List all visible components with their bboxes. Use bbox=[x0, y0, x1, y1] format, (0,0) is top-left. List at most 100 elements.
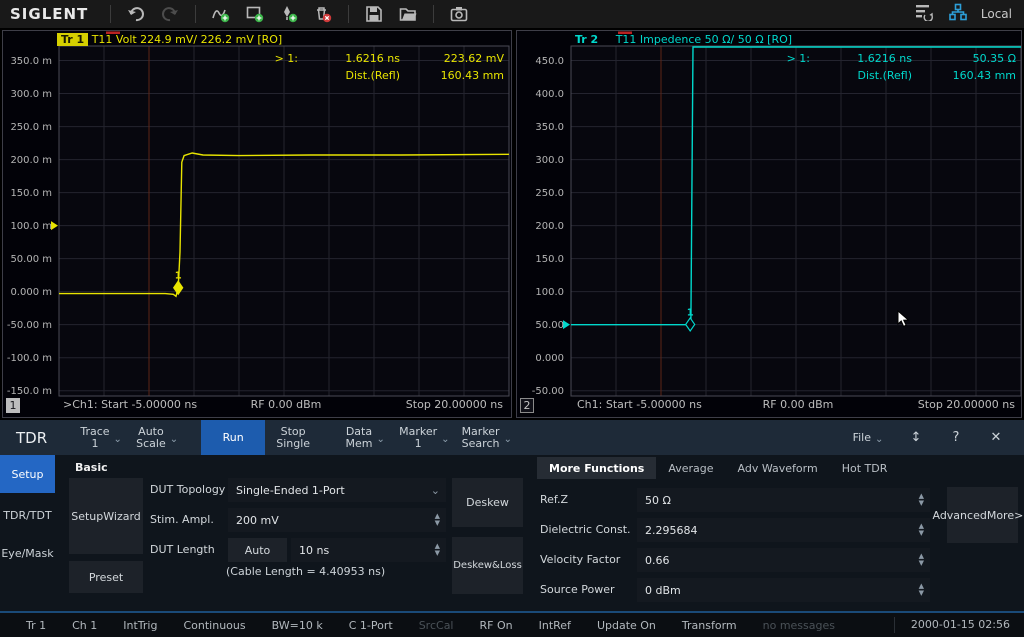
dut-length-label: DUT Length bbox=[150, 538, 215, 562]
save-icon[interactable] bbox=[357, 2, 391, 26]
svg-text:-50.00 m: -50.00 m bbox=[7, 320, 52, 331]
window-number[interactable]: 1 bbox=[6, 398, 20, 413]
svg-text:350.0: 350.0 bbox=[535, 122, 564, 133]
source-power-label: Source Power bbox=[540, 578, 615, 602]
preset-button[interactable]: Preset bbox=[69, 561, 143, 593]
redo-icon[interactable] bbox=[153, 2, 187, 26]
status-srccal: SrcCal bbox=[419, 619, 454, 632]
trace-title: T11 Volt 224.9 mV/ 226.2 mV [RO] bbox=[92, 33, 283, 46]
chevron-down-icon: ⌄ bbox=[114, 434, 122, 445]
close-icon[interactable]: ✕ bbox=[976, 420, 1016, 455]
dut-topology-label: DUT Topology bbox=[150, 478, 225, 502]
tab-tdr-tdt[interactable]: TDR/TDT bbox=[0, 501, 55, 529]
tr2-impedance-step-ref-arrow[interactable] bbox=[563, 320, 570, 329]
undo-icon[interactable] bbox=[119, 2, 153, 26]
subtab-more-functions[interactable]: More Functions bbox=[537, 457, 656, 479]
svg-text:350.0 m: 350.0 m bbox=[10, 56, 52, 67]
toolbar-divider bbox=[110, 5, 111, 23]
svg-text:250.0: 250.0 bbox=[535, 188, 564, 199]
spinner-icon[interactable]: ▲▼ bbox=[919, 583, 924, 597]
help-icon[interactable]: ? bbox=[936, 420, 976, 455]
dut-length-auto-button[interactable]: Auto bbox=[228, 538, 287, 562]
add-window-icon[interactable] bbox=[238, 2, 272, 26]
spinner-icon[interactable]: ▲▼ bbox=[435, 513, 440, 527]
status-no-messages: no messages bbox=[763, 619, 835, 632]
spinner-icon[interactable]: ▲▼ bbox=[919, 553, 924, 567]
marker-button[interactable]: Marker1⌄ bbox=[393, 420, 455, 455]
sweep-stop: Stop 20.00000 ns bbox=[406, 398, 503, 411]
svg-text:200.0 m: 200.0 m bbox=[10, 155, 52, 166]
data-mem-button[interactable]: DataMem⌄ bbox=[337, 420, 393, 455]
svg-text:0.000 m: 0.000 m bbox=[10, 287, 52, 298]
tr1-volt-step-footer: 1>Ch1: Start -5.00000 nsRF 0.00 dBmStop … bbox=[5, 398, 509, 414]
toolbar-divider bbox=[433, 5, 434, 23]
file-menu-button[interactable]: File⌄ bbox=[840, 420, 896, 455]
lan-icon[interactable] bbox=[949, 3, 967, 25]
dut-topology-select[interactable]: Single-Ended 1-Port ⌄ bbox=[228, 478, 446, 502]
plot-window-1[interactable]: 1350.0 m300.0 m250.0 m200.0 m150.0 m100.… bbox=[2, 30, 512, 418]
status-bar: Tr 1Ch 1IntTrigContinuousBW=10 kC 1-Port… bbox=[0, 611, 1024, 637]
tab-setup[interactable]: Setup bbox=[0, 455, 55, 493]
tr2-impedance-step-header[interactable]: Tr 2 T11 Impedence 50 Ω/ 50 Ω [RO] bbox=[571, 33, 792, 47]
svg-text:100.0 m: 100.0 m bbox=[10, 221, 52, 232]
tr1-volt-step-ref-arrow[interactable] bbox=[51, 221, 58, 230]
dut-length-field[interactable]: 10 ns ▲▼ bbox=[291, 538, 446, 562]
tdr-setup-panel: SetupTDR/TDTEye/Mask Basic SetupWizard P… bbox=[0, 455, 1024, 611]
ref-z-field[interactable]: 50 Ω ▲▼ bbox=[637, 488, 930, 512]
spinner-icon[interactable]: ▲▼ bbox=[919, 523, 924, 537]
add-marker-icon[interactable] bbox=[272, 2, 306, 26]
trace-button[interactable]: Trace1⌄ bbox=[73, 420, 129, 455]
svg-text:250.0 m: 250.0 m bbox=[10, 122, 52, 133]
task-config-icon[interactable] bbox=[915, 3, 933, 25]
svg-text:-150.0 m: -150.0 m bbox=[7, 386, 52, 397]
auto-scale-button[interactable]: AutoScale⌄ bbox=[129, 420, 185, 455]
ref-z-label: Ref.Z bbox=[540, 488, 568, 512]
tr1-volt-step-chart: 1350.0 m300.0 m250.0 m200.0 m150.0 m100.… bbox=[3, 31, 513, 419]
status-intref: IntRef bbox=[539, 619, 571, 632]
velocity-factor-label: Velocity Factor bbox=[540, 548, 620, 572]
advanced-more-button[interactable]: AdvancedMore>> bbox=[947, 487, 1018, 543]
stim-ampl-label: Stim. Ampl. bbox=[150, 508, 214, 532]
velocity-factor-field[interactable]: 0.66 ▲▼ bbox=[637, 548, 930, 572]
svg-text:-50.00: -50.00 bbox=[532, 386, 564, 397]
spinner-icon[interactable]: ▲▼ bbox=[435, 543, 440, 557]
tdr-menubar: TDR Trace1⌄AutoScale⌄RunStopSingleDataMe… bbox=[0, 420, 1024, 455]
screenshot-icon[interactable] bbox=[442, 2, 476, 26]
marker-search-button[interactable]: MarkerSearch⌄ bbox=[456, 420, 518, 455]
updown-icon[interactable]: ↕ bbox=[896, 420, 936, 455]
add-trace-icon[interactable] bbox=[204, 2, 238, 26]
dielectric-const-field[interactable]: 2.295684 ▲▼ bbox=[637, 518, 930, 542]
recall-icon[interactable] bbox=[391, 2, 425, 26]
spinner-icon[interactable]: ▲▼ bbox=[919, 493, 924, 507]
cable-length-note: (Cable Length = 4.40953 ns) bbox=[226, 565, 385, 578]
delete-trace-icon[interactable] bbox=[306, 2, 340, 26]
deskew-loss-button[interactable]: Deskew&Loss bbox=[452, 537, 523, 594]
status-transform: Transform bbox=[682, 619, 737, 632]
chevron-down-icon: ⌄ bbox=[441, 434, 449, 445]
local-button[interactable]: Local bbox=[981, 7, 1012, 21]
subtab-hot-tdr[interactable]: Hot TDR bbox=[830, 457, 900, 479]
window-number[interactable]: 2 bbox=[520, 398, 534, 413]
tr2-impedance-step-chart: 1450.0400.0350.0300.0250.0200.0150.0100.… bbox=[517, 31, 1023, 419]
tr1-volt-step-marker-readout: > 1:1.6216 ns223.62 mVDist.(Refl)160.43 … bbox=[252, 50, 504, 84]
rf-power: RF 0.00 dBm bbox=[763, 398, 834, 411]
status-tr-1: Tr 1 bbox=[26, 619, 46, 632]
run-button[interactable]: Run bbox=[201, 420, 265, 455]
svg-text:100.0: 100.0 bbox=[535, 287, 564, 298]
tr1-volt-step-header[interactable]: Tr 1 T11 Volt 224.9 mV/ 226.2 mV [RO] bbox=[57, 33, 282, 47]
stop-single-button[interactable]: StopSingle bbox=[265, 420, 321, 455]
chevron-down-icon: ⌄ bbox=[170, 434, 178, 445]
deskew-button[interactable]: Deskew bbox=[452, 478, 523, 527]
subtab-average[interactable]: Average bbox=[656, 457, 725, 479]
subtab-adv-waveform[interactable]: Adv Waveform bbox=[726, 457, 830, 479]
plot-window-2[interactable]: 1450.0400.0350.0300.0250.0200.0150.0100.… bbox=[516, 30, 1022, 418]
status-rf-on: RF On bbox=[480, 619, 513, 632]
source-power-field[interactable]: 0 dBm ▲▼ bbox=[637, 578, 930, 602]
setup-wizard-button[interactable]: SetupWizard bbox=[69, 478, 143, 554]
clock: 2000-01-15 02:56 bbox=[894, 617, 1024, 633]
chevron-down-icon: ⌄ bbox=[431, 484, 440, 497]
svg-text:150.0: 150.0 bbox=[535, 254, 564, 265]
tab-eye-mask[interactable]: Eye/Mask bbox=[0, 539, 55, 567]
stim-ampl-field[interactable]: 200 mV ▲▼ bbox=[228, 508, 446, 532]
trace-label: Tr 2 bbox=[571, 33, 602, 46]
